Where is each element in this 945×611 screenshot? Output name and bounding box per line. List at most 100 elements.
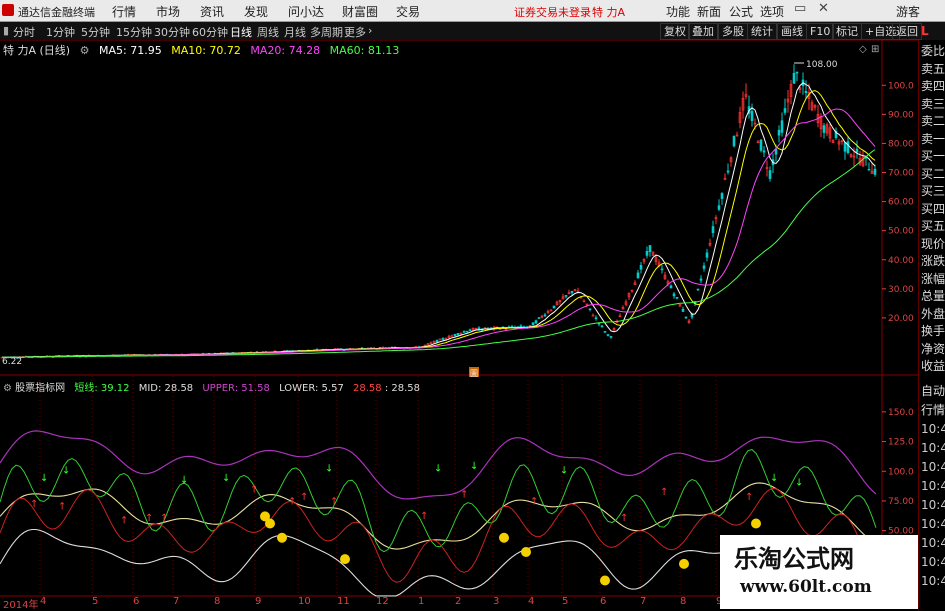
candle-body [468,329,472,332]
x-tick-2: 5 [92,596,99,607]
smiley-icon [265,518,275,529]
candle-body [795,71,799,74]
candle-body [570,290,574,294]
sell-arrow-icon: ↓ [222,473,230,484]
candle-body [855,148,859,153]
candle-body [804,90,808,93]
candle-body [717,205,721,210]
x-tick-7: 10 [298,596,311,607]
chart-mark-label[interactable]: 圖 [470,369,478,378]
indicator-short-line: 短线: 39.12 [74,383,130,394]
buy-arrow-icon: ↑ [30,499,38,510]
smiley-icon [751,518,761,529]
panel-field-3: 卖三 [921,96,945,111]
sell-arrow-icon: ↓ [434,463,442,474]
candle-body [867,168,871,171]
buy-arrow-icon: ↑ [330,497,338,508]
panel-tick-8: 10:4 [921,536,945,550]
diamond-icon[interactable]: ◇ [859,44,867,55]
candle-body [645,251,649,256]
buy-arrow-icon: ↑ [620,513,628,524]
candle-body [456,333,460,336]
candle-body [588,308,592,311]
buy-arrow-icon: ↑ [420,511,428,522]
indicator-tick-label: 125.0 [888,438,914,448]
price-tick-label: 100.0 [888,81,914,91]
candle-body [759,139,763,151]
candle-body [552,305,556,309]
x-tick-6: 9 [255,596,262,607]
candle-body [822,125,826,133]
x-tick-1: 4 [40,596,47,607]
price-axis: 100.0 90.00 80.00 70.00 60.00 50.00 40.00 30.00… [882,81,914,324]
price-tick-label: 90.00 [888,110,914,120]
smiley-icon [679,558,689,569]
indicator-mid: MID: 28.58 [138,383,194,394]
candle-body [750,110,754,122]
smiley-icon [277,532,287,543]
candle-body [711,226,715,234]
ma20-line [2,108,876,358]
x-tick-8: 11 [337,596,350,607]
candle-body [648,245,652,253]
expand-icon[interactable]: ⊞ [871,44,879,55]
chart-canvas[interactable]: 100.0 90.00 80.00 70.00 60.00 50.00 40.00 30.00… [0,0,945,609]
panel-field-9: 买四 [921,201,945,216]
candle-body [732,136,736,147]
candle-body [636,272,640,279]
indicator-settings-icon[interactable]: ⚙ [3,383,12,394]
price-tick-label: 70.00 [888,169,914,179]
x-tick-5: 8 [214,596,221,607]
buy-arrow-icon: ↑ [160,513,168,524]
x-grid [39,376,717,596]
price-tick-label: 60.00 [888,198,914,208]
candle-body [594,317,598,319]
panel-field-16: 换手 [921,324,945,338]
indicator-name: 股票指标网 [15,383,66,394]
panel-tick-0[interactable]: 自动 [921,384,945,398]
candle-body [603,331,607,333]
candle-body [720,193,724,199]
sell-arrow-icon: ↓ [795,478,803,489]
x-tick-15: 6 [600,596,607,607]
indicator-lower: LOWER: 5.57 [279,383,344,394]
candle-body [783,108,787,113]
panel-field-17: 净资 [921,341,945,356]
panel-field-18: 收益 [921,359,945,373]
candle-body [705,252,709,258]
sell-arrow-icon: ↓ [560,466,568,477]
panel-field-14: 总量 [921,289,945,303]
buy-arrow-icon: ↑ [288,497,296,508]
ma10-line [2,90,876,358]
candle-body [564,295,568,297]
candle-body [465,330,469,333]
panel-field-13: 涨幅 [921,271,945,286]
candle-body [438,338,442,341]
x-tick-13: 4 [528,596,535,607]
watermark-title: 乐淘公式网 [734,545,854,573]
x-tick-11: 2 [455,596,462,607]
buy-arrow-icon: ↑ [745,492,753,503]
candle-body [792,72,796,84]
x-tick-12: 3 [493,596,500,607]
candle-body [537,317,541,319]
indicator-upper: UPPER: 51.58 [202,383,270,394]
buy-arrow-icon: ↑ [300,492,308,503]
candle-body [843,142,847,152]
candle-body [777,129,781,136]
sell-arrow-icon: ↓ [40,473,48,484]
panel-tick-7: 10:4 [921,517,945,531]
panel-field-2: 卖四 [921,79,945,93]
panel-tick-1[interactable]: 行情 [921,403,945,417]
buy-arrow-icon: ↑ [660,487,668,498]
panel-tick-5: 10:4 [921,479,945,493]
indicator-v1: 28.58 [353,383,382,394]
buy-arrow-icon: ↑ [460,489,468,500]
candle-body [462,331,466,333]
panel-tick-2: 10:4 [921,422,945,436]
candlesticks [0,64,877,359]
candle-body [441,338,445,340]
panel-corner-label: L [921,24,929,38]
panel-field-12: 涨跌 [921,254,945,268]
candle-body [873,168,877,175]
